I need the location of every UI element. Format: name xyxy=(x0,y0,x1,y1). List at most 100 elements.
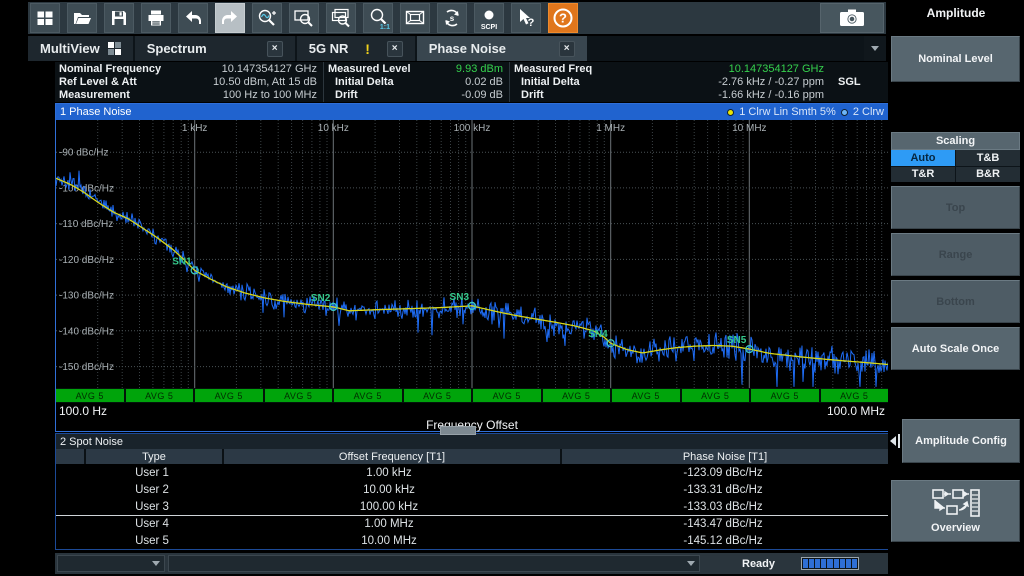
status-dropdown-left[interactable] xyxy=(57,555,165,572)
scpi-label: SCPI xyxy=(475,24,503,31)
spot-noise-table-header: Type Offset Frequency [T1] Phase Noise [… xyxy=(56,449,888,464)
context-help-button[interactable]: ? xyxy=(511,3,541,33)
header-spacer xyxy=(56,449,84,464)
trace1-dot-icon xyxy=(727,109,734,116)
info-label: Measured Freq xyxy=(514,63,592,76)
scaling-option-br[interactable]: B&R xyxy=(956,167,1020,183)
amplitude-config-button[interactable]: Amplitude Config xyxy=(902,419,1020,463)
sgl-badge: SGL xyxy=(824,76,882,89)
tab-spectrum-label: Spectrum xyxy=(147,41,207,56)
tab-5g-nr-label: 5G NR xyxy=(309,41,349,56)
svg-text:-110 dBc/Hz: -110 dBc/Hz xyxy=(59,219,113,230)
continuous-sweep-button[interactable]: s xyxy=(437,3,467,33)
cell-type: User 3 xyxy=(84,498,220,515)
status-message-dropdown[interactable] xyxy=(168,555,700,572)
save-button[interactable] xyxy=(104,3,134,33)
window-splitter-handle[interactable] xyxy=(440,426,476,435)
svg-text:-120 dBc/Hz: -120 dBc/Hz xyxy=(59,255,114,266)
tab-phase-noise[interactable]: Phase Noise × xyxy=(417,36,587,61)
cell-offset-frequency[interactable]: 1.00 MHz xyxy=(220,516,558,532)
multi-window-zoom-button[interactable] xyxy=(326,3,356,33)
overview-button[interactable]: Overview xyxy=(891,480,1020,542)
print-button[interactable] xyxy=(141,3,171,33)
spot-noise-window: 2 Spot Noise Type Offset Frequency [T1] … xyxy=(55,433,889,550)
open-folder-icon xyxy=(72,8,92,28)
multi-window-zoom-icon xyxy=(330,7,352,29)
cell-offset-frequency[interactable]: 1.00 kHz xyxy=(220,464,558,481)
tab-spectrum[interactable]: Spectrum × xyxy=(135,36,295,61)
info-extra xyxy=(824,89,882,102)
spot-noise-window-titlebar[interactable]: 2 Spot Noise xyxy=(56,434,888,449)
remote-scpi-button[interactable]: SCPI xyxy=(474,3,504,33)
display-frame-button[interactable] xyxy=(400,3,430,33)
cell-offset-frequency[interactable]: 10.00 MHz xyxy=(220,532,558,549)
cell-type: User 2 xyxy=(84,481,220,498)
info-value: -1.66 kHz / -0.16 ppm xyxy=(718,89,824,102)
info-value-measured-level: 9.93 dBm xyxy=(456,63,503,76)
redo-arrow-icon xyxy=(220,8,240,28)
config-panel-arrow-icon xyxy=(890,434,900,448)
svg-text:SN3: SN3 xyxy=(450,292,470,303)
phase-noise-plot[interactable]: 1 kHz10 kHz100 kHz1 MHz10 MHz-90 dBc/Hz-… xyxy=(56,120,888,388)
cell-offset-frequency[interactable]: 100.00 kHz xyxy=(220,498,558,515)
zoom-trace-button[interactable] xyxy=(252,3,282,33)
bottom-button[interactable]: Bottom xyxy=(891,280,1020,323)
one-to-one-label: 1:1 xyxy=(364,24,390,31)
cell-phase-noise: -123.09 dBc/Hz xyxy=(558,464,888,481)
cell-type: User 4 xyxy=(84,516,220,532)
screenshot-camera-button[interactable] xyxy=(820,3,884,33)
windows-start-icon[interactable] xyxy=(30,3,60,33)
overview-label: Overview xyxy=(931,521,980,535)
scaling-option-tr[interactable]: T&R xyxy=(891,167,955,183)
phase-noise-chart: 1 kHz10 kHz100 kHz1 MHz10 MHz-90 dBc/Hz-… xyxy=(56,120,888,388)
column-header-phase-noise: Phase Noise [T1] xyxy=(562,449,888,464)
auto-scale-once-button[interactable]: Auto Scale Once xyxy=(891,327,1020,370)
info-label: Initial Delta xyxy=(328,76,394,89)
sweep-s-glyph: s xyxy=(450,14,455,23)
table-row[interactable]: User 2 10.00 kHz -133.31 dBc/Hz xyxy=(56,481,888,498)
multiview-grid-icon xyxy=(108,42,121,55)
avg-cell: AVG 5 xyxy=(56,389,124,402)
scaling-option-tb[interactable]: T&B xyxy=(956,150,1020,166)
cell-offset-frequency[interactable]: 10.00 kHz xyxy=(220,481,558,498)
scaling-option-auto[interactable]: Auto xyxy=(891,150,955,166)
svg-text:SN1: SN1 xyxy=(172,256,192,267)
undo-button[interactable] xyxy=(178,3,208,33)
x-axis-end-label: 100.0 MHz xyxy=(827,404,885,418)
table-row[interactable]: User 1 1.00 kHz -123.09 dBc/Hz xyxy=(56,464,888,481)
nominal-level-button[interactable]: Nominal Level xyxy=(891,36,1020,82)
svg-text:-90 dBc/Hz: -90 dBc/Hz xyxy=(59,148,108,159)
table-row[interactable]: User 5 10.00 MHz -145.12 dBc/Hz xyxy=(56,532,888,549)
help-button[interactable]: ? xyxy=(548,3,578,33)
open-file-button[interactable] xyxy=(67,3,97,33)
row-spacer xyxy=(56,516,84,532)
column-header-type: Type xyxy=(86,449,222,464)
trace-legend: 1 Clrw Lin Smth 5% 2 Clrw xyxy=(727,106,884,118)
trace2-legend-label: 2 Clrw xyxy=(853,106,884,118)
info-value: -0.09 dB xyxy=(461,89,503,102)
info-label: Measurement xyxy=(59,89,130,102)
top-button[interactable]: Top xyxy=(891,186,1020,229)
zoom-1to1-button[interactable]: 1:1 xyxy=(363,3,393,33)
range-button[interactable]: Range xyxy=(891,233,1020,276)
chevron-down-icon xyxy=(687,561,695,566)
redo-button[interactable] xyxy=(215,3,245,33)
tab-phase-noise-close-icon[interactable]: × xyxy=(559,41,575,57)
tab-spectrum-close-icon[interactable]: × xyxy=(267,41,283,57)
pointer-question-glyph: ? xyxy=(528,17,535,29)
sweep-repeat-icon: s xyxy=(441,7,463,29)
tab-overflow-button[interactable] xyxy=(864,36,886,61)
zoom-area-button[interactable] xyxy=(289,3,319,33)
tab-multiview[interactable]: MultiView xyxy=(28,36,133,61)
info-label: Measured Level xyxy=(328,63,411,76)
avg-cell: AVG 5 xyxy=(543,389,611,402)
table-row[interactable]: User 3 100.00 kHz -133.03 dBc/Hz xyxy=(56,498,888,515)
cell-type: User 1 xyxy=(84,464,220,481)
tab-5g-nr-close-icon[interactable]: × xyxy=(387,41,403,57)
tab-5g-nr[interactable]: 5G NR ! × xyxy=(297,36,415,61)
phase-noise-window-titlebar[interactable]: 1 Phase Noise 1 Clrw Lin Smth 5% 2 Clrw xyxy=(56,104,888,120)
phase-noise-window: 1 Phase Noise 1 Clrw Lin Smth 5% 2 Clrw … xyxy=(55,103,889,432)
table-row[interactable]: User 4 1.00 MHz -143.47 dBc/Hz xyxy=(56,515,888,532)
cell-type: User 5 xyxy=(84,532,220,549)
trace2-dot-icon xyxy=(841,109,848,116)
